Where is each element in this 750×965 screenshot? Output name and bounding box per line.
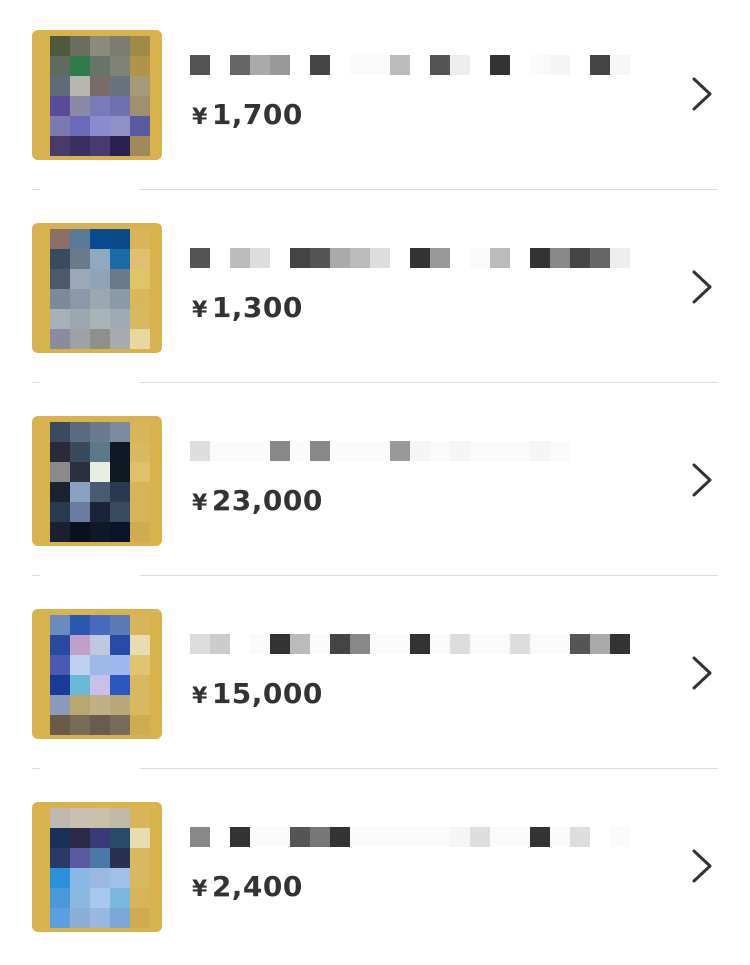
chevron-right-icon[interactable] xyxy=(690,76,714,112)
item-title-redacted xyxy=(190,441,650,461)
divider xyxy=(140,575,718,576)
item-price: ¥1,300 xyxy=(192,291,303,324)
price-value: 1,700 xyxy=(211,98,303,131)
divider-stub xyxy=(32,382,40,383)
chevron-right-icon[interactable] xyxy=(690,655,714,691)
chevron-right-icon[interactable] xyxy=(690,848,714,884)
item-price: ¥1,700 xyxy=(192,98,303,131)
thumbnail-image xyxy=(50,615,150,735)
item-thumbnail xyxy=(32,802,162,932)
item-thumbnail xyxy=(32,223,162,353)
item-price: ¥23,000 xyxy=(192,484,323,517)
currency-symbol: ¥ xyxy=(192,877,208,902)
price-value: 1,300 xyxy=(211,291,303,324)
list-item[interactable]: ¥1,700 xyxy=(0,0,750,193)
chevron-right-icon[interactable] xyxy=(690,269,714,305)
item-title-redacted xyxy=(190,634,650,654)
currency-symbol: ¥ xyxy=(192,491,208,516)
item-thumbnail xyxy=(32,416,162,546)
chevron-right-icon[interactable] xyxy=(690,462,714,498)
divider xyxy=(140,189,718,190)
price-value: 23,000 xyxy=(211,484,323,517)
item-thumbnail xyxy=(32,30,162,160)
divider-stub xyxy=(32,189,40,190)
item-title-redacted xyxy=(190,248,650,268)
list-item[interactable]: ¥1,300 xyxy=(0,193,750,386)
price-value: 15,000 xyxy=(211,677,323,710)
thumbnail-image xyxy=(50,808,150,928)
divider xyxy=(140,382,718,383)
list-item[interactable]: ¥23,000 xyxy=(0,386,750,579)
currency-symbol: ¥ xyxy=(192,105,208,130)
thumbnail-image xyxy=(50,229,150,349)
item-title-redacted xyxy=(190,55,650,75)
list-item[interactable]: ¥2,400 xyxy=(0,772,750,965)
list-item[interactable]: ¥15,000 xyxy=(0,579,750,772)
item-title-redacted xyxy=(190,827,650,847)
thumbnail-image xyxy=(50,422,150,542)
divider-stub xyxy=(32,575,40,576)
item-price: ¥15,000 xyxy=(192,677,323,710)
thumbnail-image xyxy=(50,36,150,156)
currency-symbol: ¥ xyxy=(192,684,208,709)
item-price: ¥2,400 xyxy=(192,870,303,903)
currency-symbol: ¥ xyxy=(192,298,208,323)
divider-stub xyxy=(32,768,40,769)
price-value: 2,400 xyxy=(211,870,303,903)
item-thumbnail xyxy=(32,609,162,739)
divider xyxy=(140,768,718,769)
